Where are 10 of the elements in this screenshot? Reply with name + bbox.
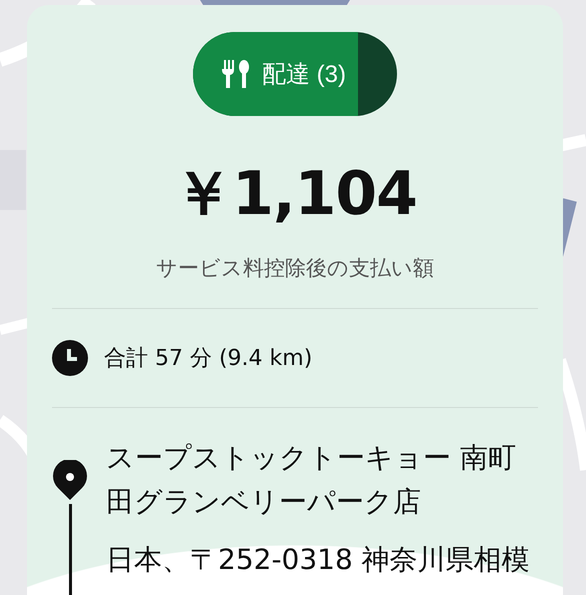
badge-label: 配達 (3) (262, 60, 346, 90)
clock-icon (52, 340, 88, 376)
fare-caption: サービス料控除後の支払い額 (156, 255, 434, 282)
trip-summary: 合計 57 分 (9.4 km) (104, 345, 312, 373)
location-pin-icon (53, 460, 87, 500)
fare-amount: ￥1,104 (173, 164, 417, 224)
pickup-address: 日本、〒252-0318 神奈川県相模 (106, 542, 530, 578)
fork-spoon-icon (220, 60, 250, 88)
delivery-badge[interactable]: 配達 (3) (193, 32, 397, 116)
pickup-name: スープストックトーキョー 南町田グランベリーパーク店 (106, 440, 517, 520)
